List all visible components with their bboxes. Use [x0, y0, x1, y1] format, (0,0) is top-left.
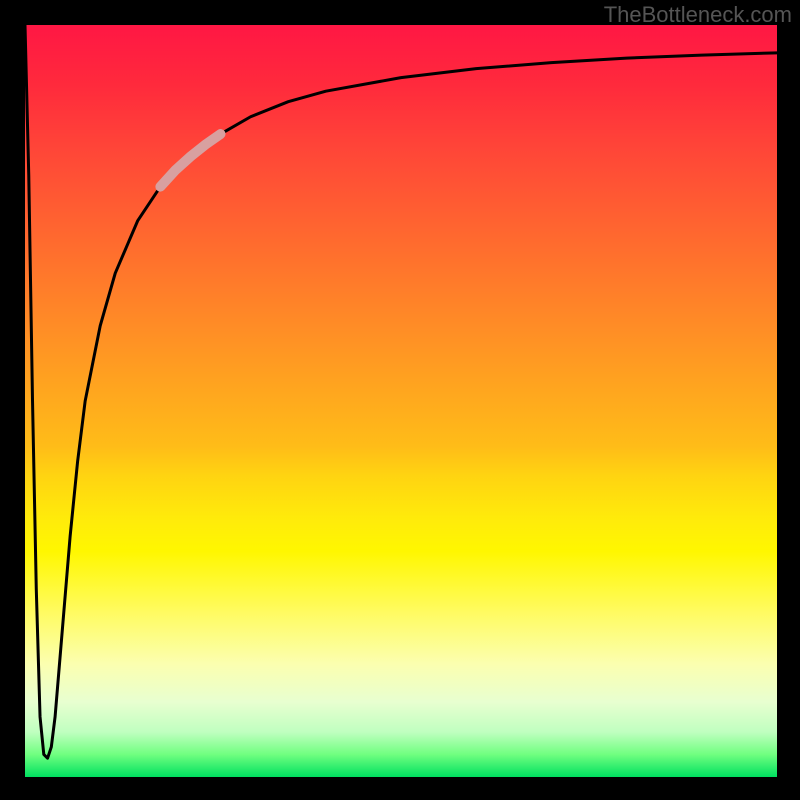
- highlight-segment-path: [160, 134, 220, 187]
- curve-svg: [25, 25, 777, 777]
- bottleneck-curve-path: [25, 25, 777, 758]
- chart-plot-area: [25, 25, 777, 777]
- attribution-text: TheBottleneck.com: [604, 2, 792, 28]
